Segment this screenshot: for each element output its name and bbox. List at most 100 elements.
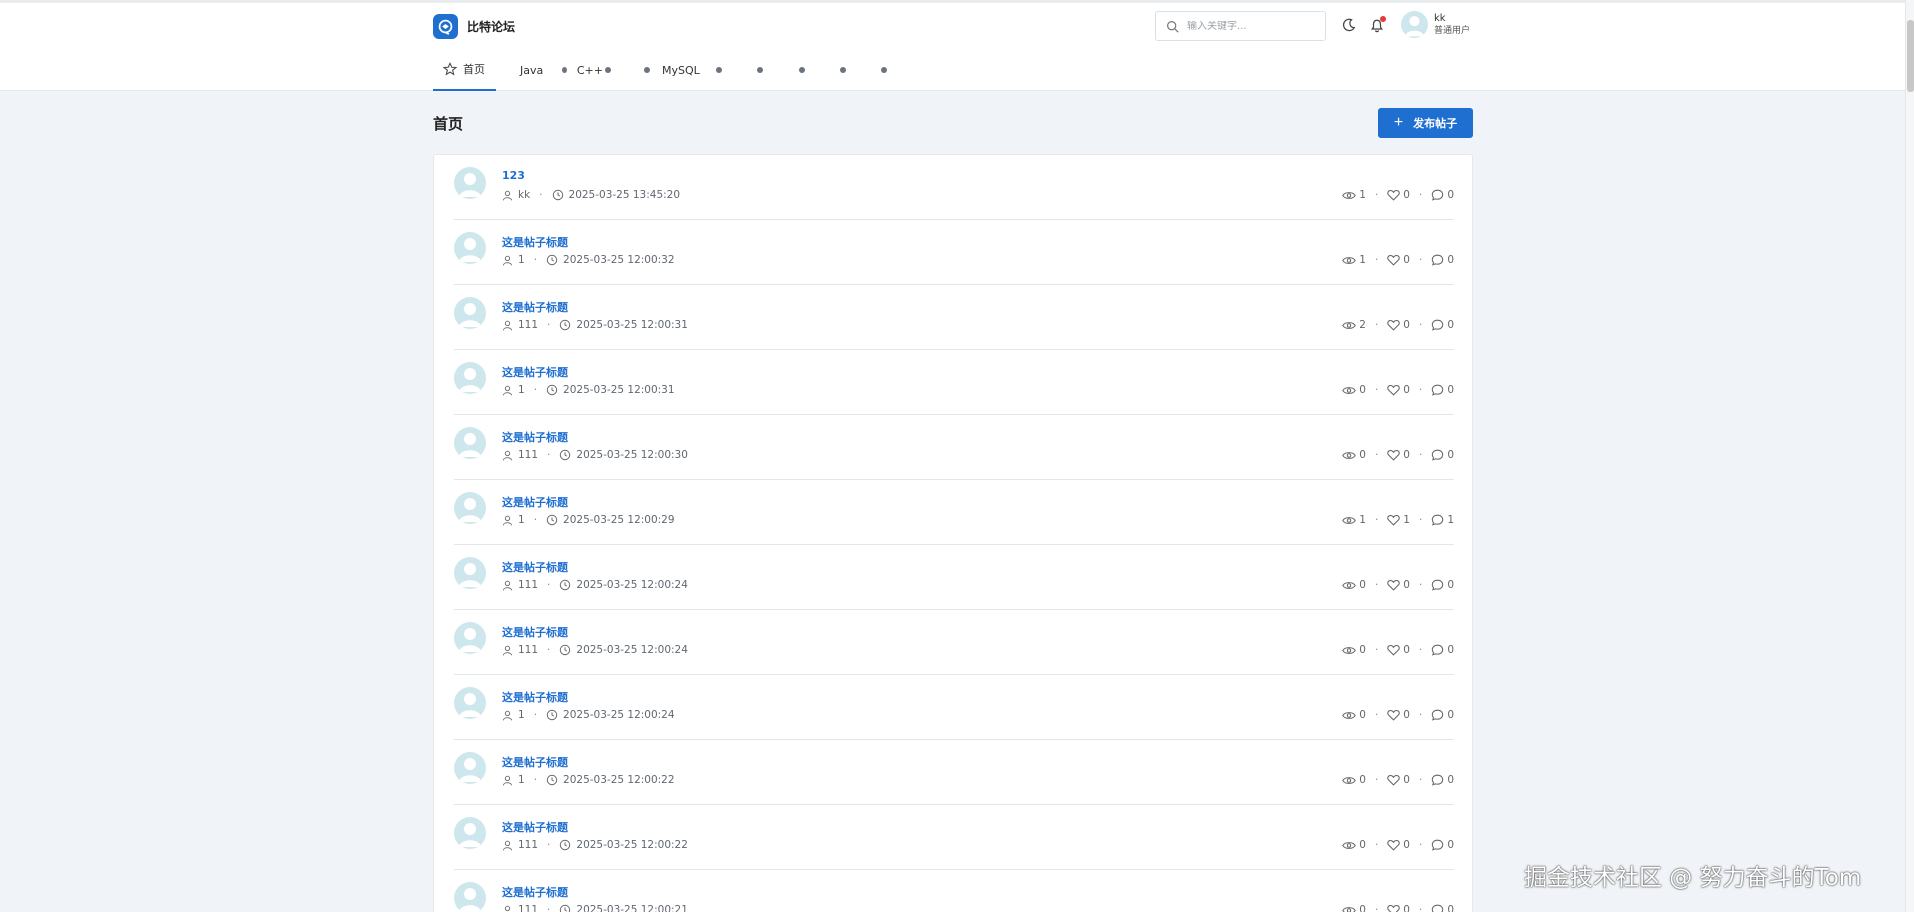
post-author[interactable]: 111 (518, 904, 538, 912)
post-time: 2025-03-25 12:00:24 (576, 579, 688, 591)
search-box[interactable] (1155, 11, 1326, 41)
post-stats: 1 · 0 · 0 (1342, 254, 1454, 266)
user-menu[interactable]: kk 普通用户 (1401, 11, 1470, 38)
post-row[interactable]: 这是帖子标题 111 · 2025-03-25 12:00:21 0 · 0 · 0 (454, 870, 1454, 912)
post-stats: 0 · 0 · 0 (1342, 384, 1454, 396)
tab-category[interactable] (714, 49, 754, 91)
comments-stat[interactable]: 0 (1431, 254, 1454, 266)
post-row[interactable]: 这是帖子标题 1 · 2025-03-25 12:00:22 0 · 0 · 0 (454, 740, 1454, 805)
post-author[interactable]: 111 (518, 839, 538, 851)
publish-post-button[interactable]: + 发布帖子 (1378, 108, 1473, 138)
post-row[interactable]: 这是帖子标题 111 · 2025-03-25 12:00:24 0 · 0 · 0 (454, 610, 1454, 675)
avatar[interactable] (454, 167, 486, 199)
avatar[interactable] (454, 752, 486, 784)
comments-stat[interactable]: 0 (1431, 839, 1454, 851)
comments-stat[interactable]: 0 (1431, 319, 1454, 331)
tab-cpp[interactable]: C++ (539, 49, 603, 91)
avatar[interactable] (454, 362, 486, 394)
likes-stat[interactable]: 0 (1387, 384, 1410, 396)
scrollbar-thumb[interactable] (1907, 20, 1914, 92)
post-title[interactable]: 这是帖子标题 (502, 689, 568, 705)
comments-stat[interactable]: 0 (1431, 449, 1454, 461)
tab-category[interactable] (877, 49, 897, 91)
site-header: 比特论坛 kk 普通用户 首页 (0, 3, 1905, 91)
comments-stat[interactable]: 0 (1431, 579, 1454, 591)
post-author[interactable]: 111 (518, 319, 538, 331)
tab-home[interactable]: 首页 (433, 49, 496, 91)
likes-stat[interactable]: 0 (1387, 644, 1410, 656)
tab-category[interactable] (603, 49, 641, 91)
likes-stat[interactable]: 0 (1387, 254, 1410, 266)
avatar[interactable] (454, 297, 486, 329)
avatar[interactable] (454, 622, 486, 654)
avatar[interactable] (454, 817, 486, 849)
views-count: 0 (1359, 449, 1366, 461)
post-author[interactable]: kk (518, 189, 530, 201)
post-author[interactable]: 1 (518, 774, 525, 786)
notifications-button[interactable] (1368, 16, 1386, 34)
post-author[interactable]: 1 (518, 254, 525, 266)
comments-stat[interactable]: 0 (1431, 709, 1454, 721)
post-author[interactable]: 111 (518, 449, 538, 461)
post-title[interactable]: 这是帖子标题 (502, 624, 568, 640)
post-title[interactable]: 这是帖子标题 (502, 299, 568, 315)
theme-toggle-button[interactable] (1340, 16, 1358, 34)
dot-icon (605, 67, 611, 73)
post-title[interactable]: 这是帖子标题 (502, 494, 568, 510)
likes-stat[interactable]: 0 (1387, 189, 1410, 201)
post-row[interactable]: 这是帖子标题 1 · 2025-03-25 12:00:24 0 · 0 · 0 (454, 675, 1454, 740)
post-title[interactable]: 这是帖子标题 (502, 819, 568, 835)
post-row[interactable]: 123 kk · 2025-03-25 13:45:20 1 · 0 · 0 (454, 155, 1454, 220)
post-author[interactable]: 111 (518, 644, 538, 656)
post-title[interactable]: 123 (502, 169, 525, 182)
comments-stat[interactable]: 0 (1431, 774, 1454, 786)
page-scrollbar[interactable] (1905, 0, 1914, 912)
tab-category[interactable] (836, 49, 877, 91)
post-title[interactable]: 这是帖子标题 (502, 559, 568, 575)
likes-stat[interactable]: 0 (1387, 709, 1410, 721)
likes-stat[interactable]: 0 (1387, 579, 1410, 591)
post-row[interactable]: 这是帖子标题 111 · 2025-03-25 12:00:24 0 · 0 · 0 (454, 545, 1454, 610)
post-row[interactable]: 这是帖子标题 111 · 2025-03-25 12:00:30 0 · 0 · 0 (454, 415, 1454, 480)
post-title[interactable]: 这是帖子标题 (502, 429, 568, 445)
search-input[interactable] (1187, 20, 1317, 32)
likes-stat[interactable]: 1 (1387, 514, 1410, 526)
avatar[interactable] (454, 882, 486, 912)
tab-category[interactable] (754, 49, 795, 91)
avatar[interactable] (454, 687, 486, 719)
post-row[interactable]: 这是帖子标题 1 · 2025-03-25 12:00:31 0 · 0 · 0 (454, 350, 1454, 415)
post-author[interactable]: 1 (518, 384, 525, 396)
brand-name: 比特论坛 (467, 19, 516, 34)
tab-java[interactable]: Java (496, 49, 543, 91)
post-title[interactable]: 这是帖子标题 (502, 884, 568, 900)
post-row[interactable]: 这是帖子标题 1 · 2025-03-25 12:00:32 1 · 0 · 0 (454, 220, 1454, 285)
likes-stat[interactable]: 0 (1387, 904, 1410, 912)
tab-category[interactable] (795, 49, 836, 91)
comments-stat[interactable]: 0 (1431, 904, 1454, 912)
post-row[interactable]: 这是帖子标题 111 · 2025-03-25 12:00:31 2 · 0 · 0 (454, 285, 1454, 350)
post-row[interactable]: 这是帖子标题 111 · 2025-03-25 12:00:22 0 · 0 · 0 (454, 805, 1454, 870)
avatar[interactable] (454, 232, 486, 264)
post-row[interactable]: 这是帖子标题 1 · 2025-03-25 12:00:29 1 · 1 · 1 (454, 480, 1454, 545)
post-author[interactable]: 111 (518, 579, 538, 591)
brand[interactable]: 比特论坛 (433, 13, 515, 39)
comments-stat[interactable]: 0 (1431, 189, 1454, 201)
comments-stat[interactable]: 0 (1431, 644, 1454, 656)
avatar[interactable] (454, 557, 486, 589)
likes-stat[interactable]: 0 (1387, 774, 1410, 786)
post-author[interactable]: 1 (518, 709, 525, 721)
post-author[interactable]: 1 (518, 514, 525, 526)
likes-stat[interactable]: 0 (1387, 449, 1410, 461)
likes-stat[interactable]: 0 (1387, 839, 1410, 851)
comments-stat[interactable]: 1 (1431, 514, 1454, 526)
post-title[interactable]: 这是帖子标题 (502, 234, 568, 250)
avatar[interactable] (454, 427, 486, 459)
post-title[interactable]: 这是帖子标题 (502, 754, 568, 770)
comments-stat[interactable]: 0 (1431, 384, 1454, 396)
likes-stat[interactable]: 0 (1387, 319, 1410, 331)
tab-mysql[interactable]: MySQL (641, 49, 714, 91)
post-title[interactable]: 这是帖子标题 (502, 364, 568, 380)
heart-icon (1387, 840, 1401, 851)
avatar[interactable] (454, 492, 486, 524)
eye-icon (1342, 321, 1357, 329)
